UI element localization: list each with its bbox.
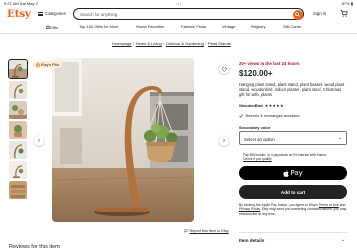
- thumbnail-5[interactable]: [9, 141, 27, 159]
- status-bar: 9:27 AM Sat May 2 ••• 87% ▮: [0, 0, 357, 7]
- status-time: 9:27 AM Sat May 2: [4, 1, 38, 6]
- details-divider: [239, 232, 347, 233]
- apple-pay-label: Pay: [290, 169, 303, 177]
- secondary-color-select[interactable]: Select an option ⌄: [239, 131, 347, 145]
- sign-in-link[interactable]: Sign in: [313, 11, 326, 16]
- category-nav: Gifts Top 100 Gifts for Mom Home Favorit…: [0, 23, 357, 31]
- thumbnail-1[interactable]: [7, 58, 29, 80]
- apple-pay-button[interactable]: Pay: [239, 166, 347, 180]
- returns-notice: Returns & exchanges accepted: [239, 113, 300, 118]
- search-button[interactable]: [292, 9, 303, 20]
- nav-item-top-gifts-mom[interactable]: Top 100 Gifts for Mom: [79, 24, 118, 29]
- apple-pay-terms: By clicking the Apple Pay button, you ag…: [239, 203, 347, 216]
- search-input[interactable]: [80, 11, 280, 18]
- nav-item-gifts[interactable]: Gifts: [46, 24, 58, 30]
- search-bar: [73, 8, 304, 20]
- menu-icon: [38, 11, 43, 16]
- thumbnail-6[interactable]: [9, 161, 27, 179]
- klarna-notice: Pay $30/month, or 4 payments at 0% inter…: [243, 153, 327, 162]
- site-header: Etsy Categories Sign in: [0, 7, 357, 21]
- chevron-right-icon: ›: [223, 138, 225, 144]
- multitask-dots-icon[interactable]: •••: [176, 1, 182, 6]
- item-details-label: Item details: [239, 238, 265, 243]
- secondary-color-label: Secondary color: [239, 125, 271, 130]
- checkmark-icon: [239, 113, 244, 118]
- add-to-cart-button[interactable]: Add to cart: [239, 185, 347, 199]
- nav-item-fashion-finds[interactable]: Fashion Finds: [181, 24, 206, 29]
- plant-stand-photo: [52, 58, 194, 222]
- flag-icon: [184, 229, 188, 233]
- nav-item-registry[interactable]: Registry: [251, 24, 266, 29]
- categories-label: Categories: [45, 11, 66, 16]
- breadcrumb-home-living[interactable]: Home & Living: [136, 41, 162, 46]
- nav-item-gift-cards[interactable]: Gift Cards: [283, 24, 301, 29]
- apple-logo-icon: [283, 169, 289, 177]
- nav-item-vintage[interactable]: Vintage: [222, 24, 236, 29]
- klarna-qualify-link[interactable]: Check if you qualify: [243, 157, 272, 161]
- thumbnail-7[interactable]: [9, 181, 27, 199]
- breadcrumb-plant-stands[interactable]: Plant Stands: [208, 41, 231, 46]
- chevron-down-icon: ⌄: [337, 135, 342, 141]
- chevron-down-icon: ⌄: [340, 237, 345, 243]
- product-price: $120.00+: [239, 69, 273, 78]
- thumbnail-4[interactable]: [9, 121, 27, 139]
- nav-divider: [0, 33, 357, 34]
- etsy-logo[interactable]: Etsy: [7, 8, 31, 20]
- favorite-button[interactable]: [219, 64, 229, 74]
- breadcrumb-homepage[interactable]: Homepage: [112, 41, 132, 46]
- categories-button[interactable]: Categories: [38, 11, 66, 16]
- shop-info: WoodenBird ★★★★★: [239, 103, 284, 108]
- select-value: Select an option: [244, 136, 275, 142]
- star-badge-icon: [36, 62, 40, 67]
- thumbnail-2[interactable]: [9, 81, 27, 99]
- nav-item-home-favorites[interactable]: Home Favorites: [136, 24, 164, 29]
- item-details-toggle[interactable]: Item details ⌄: [239, 237, 347, 243]
- chevron-left-icon: ‹: [38, 138, 40, 144]
- shop-rating-stars[interactable]: ★★★★★: [265, 103, 284, 108]
- breadcrumb: Homepage / Home & Living / Outdoor & Gardeni…: [112, 41, 231, 46]
- thumbnail-3[interactable]: [9, 101, 27, 119]
- cart-icon[interactable]: [340, 10, 348, 17]
- report-item-link[interactable]: Report this item to Etsy: [184, 229, 229, 233]
- shop-name-link[interactable]: WoodenBird: [239, 103, 263, 108]
- heart-icon: [221, 66, 227, 72]
- breadcrumb-outdoor-gardening[interactable]: Outdoor & Gardening: [166, 41, 204, 46]
- battery-status: 87% ▮: [341, 1, 353, 6]
- reviews-heading: Reviews for this item: [9, 244, 60, 250]
- etsys-pick-badge: Etsy's Pick: [33, 61, 63, 68]
- next-image-button[interactable]: ›: [219, 136, 229, 146]
- product-title: Hanging plant stand, plant stand, plant …: [239, 82, 345, 98]
- views-notice: 20+ views in the last 24 hours: [239, 61, 300, 66]
- product-main-image[interactable]: [52, 58, 194, 222]
- search-icon: [295, 12, 300, 17]
- previous-image-button[interactable]: ‹: [34, 136, 44, 146]
